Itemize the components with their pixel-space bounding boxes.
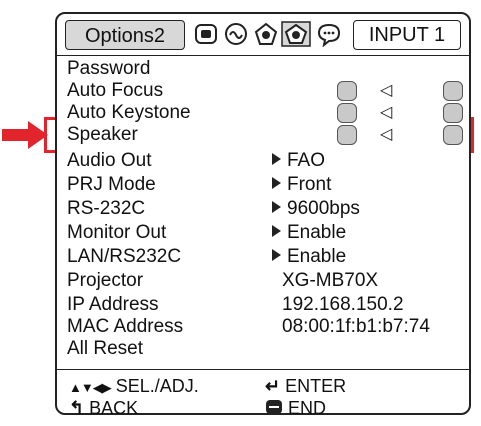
options2-menu-panel: Options2 INPUT 1 Password Auto Focus ◁ A… [55,12,471,418]
menu-row-value: 192.168.150.2 [282,294,404,315]
menu-row-label: RS-232C [67,198,146,219]
help-back: ↰ BACK [69,398,139,418]
menu-row-label: Monitor Out [67,222,167,243]
menu-row-auto-focus[interactable]: Auto Focus ◁ [67,80,467,102]
help-sel-adj: ▲▼◀▶ SEL./ADJ. [69,376,199,396]
toggle-on-icon[interactable] [443,103,463,123]
options2-tab-icon[interactable] [281,21,311,47]
toggle-off-icon[interactable] [337,125,357,145]
back-arrow-icon: ↰ [69,398,85,418]
menu-row-all-reset[interactable]: All Reset [67,338,467,360]
menu-row-value: Front [272,174,331,196]
menu-row-speaker[interactable]: Speaker ◁ [67,124,467,146]
menu-row-label: Password [67,58,151,79]
help-enter: ↵ ENTER [265,376,347,396]
menu-row-rs232c[interactable]: RS-232C 9600bps [67,198,467,220]
menu-row-prj-mode[interactable]: PRJ Mode Front [67,174,467,196]
menu-row-label: Projector [67,270,144,291]
menu-row-projector: Projector XG-MB70X [67,270,467,292]
menu-row-label: Audio Out [67,150,152,171]
select-arrow-icon [272,200,281,213]
toggle-off-icon[interactable] [337,81,357,101]
direction-arrows-icon: ▲▼◀▶ [69,380,112,395]
adjust-left-arrow-icon[interactable]: ◁ [380,105,392,121]
help-end: END [265,398,326,418]
menu-row-value: 08:00:1f:b1:b7:74 [282,316,430,337]
menu-row-value: FAO [272,150,325,172]
top-divider [57,55,469,56]
menu-row-label: Auto Keystone [67,102,191,123]
toggle-on-icon[interactable] [443,81,463,101]
menu-row-mac-address: MAC Address 08:00:1f:b1:b7:74 [67,316,467,338]
adjust-left-arrow-icon[interactable]: ◁ [380,127,392,143]
menu-tab-bar: Options2 INPUT 1 [61,18,465,54]
menu-row-label: IP Address [67,294,159,315]
select-arrow-icon [272,224,281,237]
menu-row-monitor-out[interactable]: Monitor Out Enable [67,222,467,244]
enter-icon: ↵ [265,376,281,396]
menu-row-value: XG-MB70X [282,270,379,291]
adjust-left-arrow-icon[interactable]: ◁ [380,83,392,99]
menu-row-label: Auto Focus [67,80,164,101]
menu-row-value: Enable [272,246,346,268]
menu-row-label: MAC Address [67,316,184,337]
menu-row-label: PRJ Mode [67,174,156,195]
sound-tab-icon[interactable] [223,21,249,47]
tab-options2[interactable]: Options2 [65,20,185,50]
bottom-divider [57,369,469,370]
select-arrow-icon [272,248,281,261]
select-arrow-icon [272,152,281,165]
menu-row-password[interactable]: Password [67,58,467,80]
toggle-off-icon[interactable] [337,103,357,123]
select-arrow-icon [272,176,281,189]
menu-row-lan-rs232c[interactable]: LAN/RS232C Enable [67,246,467,268]
language-tab-icon[interactable] [316,21,342,47]
options1-tab-icon[interactable] [253,21,279,47]
menu-row-auto-keystone[interactable]: Auto Keystone ◁ [67,102,467,124]
menu-button-icon [266,400,282,415]
toggle-on-icon[interactable] [443,125,463,145]
menu-row-label: Speaker [67,124,138,145]
menu-row-value: 9600bps [272,198,360,220]
picture-tab-icon[interactable] [193,21,219,47]
menu-row-value: Enable [272,222,346,244]
menu-row-ip-address: IP Address 192.168.150.2 [67,294,467,316]
input-indicator: INPUT 1 [353,20,461,50]
highlight-arrow-icon [2,121,48,149]
menu-row-audio-out[interactable]: Audio Out FAO [67,150,467,172]
menu-row-label: All Reset [67,338,144,359]
menu-row-label: LAN/RS232C [67,246,182,267]
